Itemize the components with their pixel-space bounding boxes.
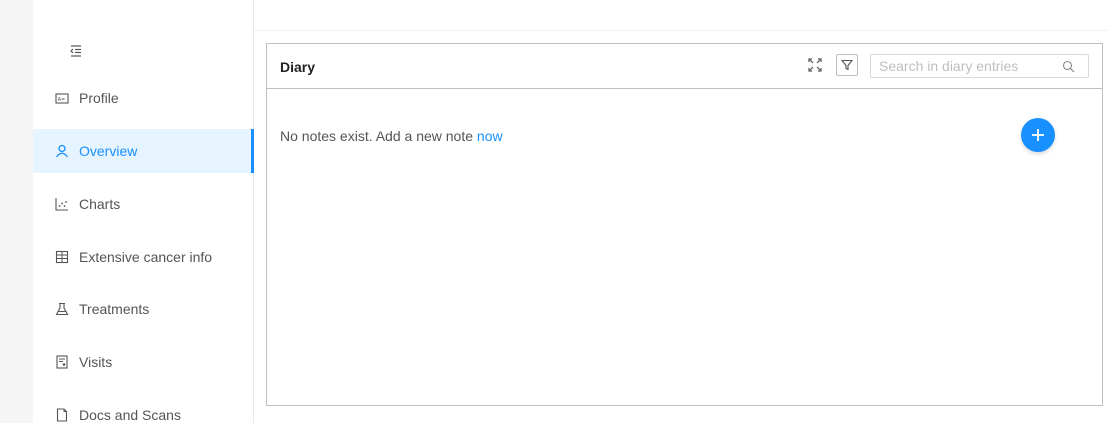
sidebar-item-treatments[interactable]: Treatments bbox=[33, 287, 254, 331]
filter-button[interactable] bbox=[836, 54, 858, 76]
empty-state-message: No notes exist. Add a new note now bbox=[280, 128, 503, 144]
sidebar-item-label: Overview bbox=[79, 143, 138, 159]
profile-card-icon: A= bbox=[55, 91, 69, 105]
sidebar-item-charts[interactable]: Charts bbox=[33, 182, 254, 226]
diary-card: Diary No notes exist. Add a new note now bbox=[266, 43, 1103, 406]
sidebar-item-extensive-cancer-info[interactable]: Extensive cancer info bbox=[33, 235, 254, 279]
sidebar-item-label: Docs and Scans bbox=[79, 407, 181, 423]
clipboard-user-icon bbox=[55, 355, 69, 369]
menu-collapse-icon[interactable] bbox=[69, 44, 83, 58]
filter-icon bbox=[841, 59, 853, 71]
sidebar-item-label: Treatments bbox=[79, 301, 150, 317]
user-icon bbox=[55, 144, 69, 158]
flask-icon bbox=[55, 302, 69, 316]
scatter-chart-icon bbox=[55, 197, 69, 211]
left-gutter bbox=[0, 0, 33, 423]
sidebar-item-label: Charts bbox=[79, 196, 121, 212]
add-note-link[interactable]: now bbox=[477, 128, 503, 144]
sidebar-item-profile[interactable]: A= Profile bbox=[33, 76, 254, 120]
plus-icon bbox=[1032, 129, 1044, 141]
empty-state-text: No notes exist. Add a new note bbox=[280, 128, 477, 144]
document-icon bbox=[55, 408, 69, 422]
add-note-button[interactable] bbox=[1021, 118, 1055, 152]
sidebar-item-label: Extensive cancer info bbox=[79, 249, 213, 265]
diary-search-box bbox=[870, 54, 1089, 78]
sidebar-item-overview[interactable]: Overview bbox=[33, 129, 254, 173]
diary-title: Diary bbox=[280, 59, 316, 75]
sidebar-item-docs-and-scans[interactable]: Docs and Scans bbox=[33, 393, 254, 423]
header-divider bbox=[254, 30, 1108, 31]
diary-card-header: Diary bbox=[267, 44, 1102, 89]
sidebar-item-visits[interactable]: Visits bbox=[33, 340, 254, 384]
search-input[interactable] bbox=[871, 55, 1057, 77]
expand-icon[interactable] bbox=[808, 58, 822, 72]
sidebar-item-label: Visits bbox=[79, 354, 113, 370]
svg-text:A=: A= bbox=[58, 97, 66, 103]
building-icon bbox=[55, 250, 69, 264]
sidebar: A= Profile Overview Charts Extensive can… bbox=[33, 0, 254, 423]
search-icon[interactable] bbox=[1061, 59, 1075, 73]
sidebar-item-label: Profile bbox=[79, 90, 119, 106]
